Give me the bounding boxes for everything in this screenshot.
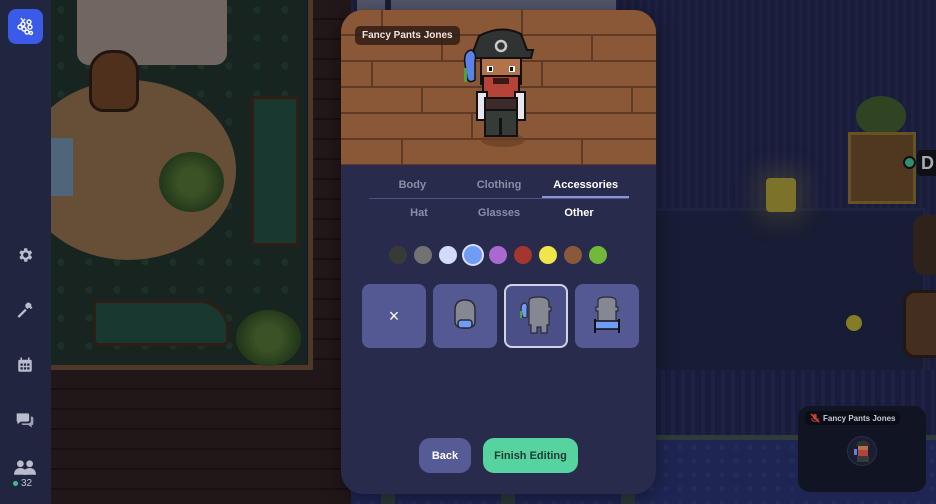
pirate-avatar (463, 28, 535, 147)
plank-joint (421, 88, 423, 112)
category-tabs: Body Clothing Accessories (369, 173, 630, 199)
self-name: Fancy Pants Jones (823, 413, 896, 423)
accessory-subtabs: Hat Glasses Other (369, 207, 629, 225)
color-swatches (389, 246, 607, 264)
back-button[interactable]: Back (419, 438, 471, 473)
hammer-icon (17, 302, 33, 318)
backpack-icon (594, 296, 620, 333)
plank-joint (401, 140, 403, 164)
logo-icon (16, 17, 33, 35)
option-none[interactable]: × (362, 284, 426, 348)
accessory-options: × (362, 284, 639, 348)
participants-button[interactable] (13, 456, 37, 480)
avatar-editor-modal: Fancy Pants Jones Body Clothing Accessor… (341, 10, 656, 494)
self-video-tile[interactable]: Fancy Pants Jones (798, 406, 926, 492)
face-mask-icon (454, 299, 476, 329)
tab-body[interactable]: Body (369, 173, 456, 198)
build-button[interactable] (13, 298, 37, 322)
chat-icon (16, 413, 34, 428)
tab-accessories[interactable]: Accessories (542, 173, 630, 198)
plank-joint (541, 62, 543, 86)
online-status-dot (13, 481, 18, 486)
calendar-button[interactable] (13, 353, 37, 377)
color-swatch-light-blue[interactable] (439, 246, 457, 264)
option-face-mask[interactable] (433, 284, 497, 348)
sidebar: 32 (0, 0, 51, 504)
color-swatch-green[interactable] (589, 246, 607, 264)
subtab-hat[interactable]: Hat (379, 207, 459, 225)
mic-muted-icon (810, 413, 820, 423)
color-swatch-brown[interactable] (564, 246, 582, 264)
chat-button[interactable] (13, 408, 37, 432)
subtab-glasses[interactable]: Glasses (459, 207, 539, 225)
color-swatch-gray[interactable] (414, 246, 432, 264)
option-parrot[interactable] (504, 284, 568, 348)
people-icon (14, 460, 36, 475)
self-name-tag: Fancy Pants Jones (805, 411, 901, 425)
subtab-other[interactable]: Other (539, 207, 619, 225)
plank-joint (591, 36, 593, 60)
avatar-name-tag: Fancy Pants Jones (355, 26, 460, 45)
online-count: 32 (13, 478, 32, 489)
option-backpack[interactable] (575, 284, 639, 348)
avatar-preview: Fancy Pants Jones (341, 10, 656, 165)
color-swatch-yellow[interactable] (539, 246, 557, 264)
tab-clothing[interactable]: Clothing (456, 173, 543, 198)
color-swatch-purple[interactable] (489, 246, 507, 264)
close-icon: × (388, 305, 400, 326)
parrot-icon (520, 296, 552, 334)
pirate-avatar-thumb (854, 440, 870, 462)
color-swatch-blue[interactable] (464, 246, 482, 264)
plank-joint (371, 62, 373, 86)
color-swatch-red[interactable] (514, 246, 532, 264)
online-count-value: 32 (21, 478, 33, 489)
plank-joint (631, 88, 633, 112)
app-logo[interactable] (8, 9, 43, 44)
settings-button[interactable] (13, 243, 37, 267)
finish-editing-button[interactable]: Finish Editing (483, 438, 578, 473)
plank-joint (581, 140, 583, 164)
color-swatch-dark-gray[interactable] (389, 246, 407, 264)
gear-icon (19, 248, 33, 262)
calendar-icon (18, 357, 32, 372)
self-avatar (847, 436, 877, 466)
